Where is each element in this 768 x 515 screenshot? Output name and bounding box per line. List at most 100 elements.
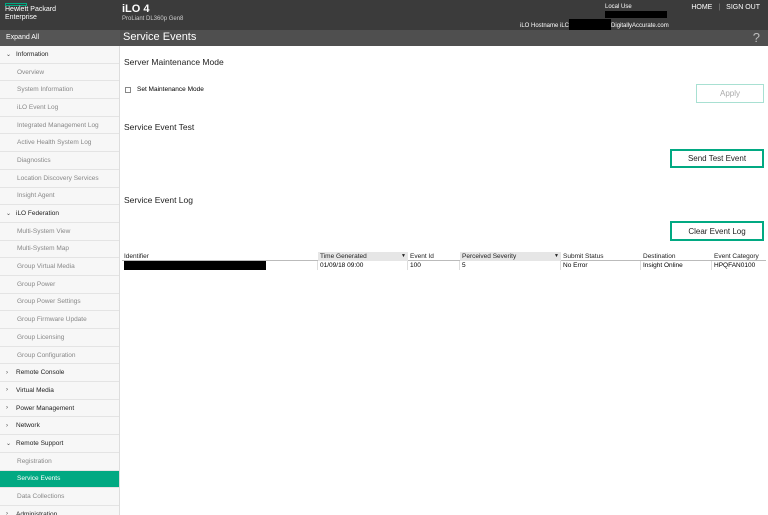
event-log-table: Identifier Time Generated ▼ Event Id Perc… — [122, 252, 766, 270]
product-subtitle: ProLiant DL360p Gen8 — [122, 16, 184, 22]
maintenance-section-title: Server Maintenance Mode — [124, 57, 224, 67]
expand-all-button[interactable]: Expand All — [0, 30, 120, 46]
sidebar-item-active-health-system-log[interactable]: Active Health System Log — [0, 134, 119, 153]
sidebar-item-label: Group Power — [17, 280, 56, 288]
sidebar-item-multi-system-map[interactable]: Multi-System Map — [0, 241, 119, 259]
sidebar-item-label: Group Virtual Media — [17, 263, 75, 271]
local-user-label: Local Use — [605, 4, 632, 10]
sidebar-item-ilo-federation[interactable]: ⌄ iLO Federation — [0, 205, 119, 223]
sidebar-item-group-power[interactable]: Group Power — [0, 276, 119, 294]
sidebar-item-group-configuration[interactable]: Group Configuration — [0, 347, 119, 365]
table-row[interactable]: 01/09/18 09:00 100 5 No Error Insight On… — [122, 261, 766, 270]
sidebar-item-power-management[interactable]: › Power Management — [0, 400, 119, 418]
sidebar-item-label: Multi-System View — [17, 227, 71, 235]
hostname-label: iLO Hostname iLC — [520, 23, 570, 30]
chevron-right-icon: › — [6, 369, 8, 376]
help-icon[interactable]: ? — [753, 30, 760, 45]
sidebar-item-label: Virtual Media — [16, 386, 54, 394]
sidebar-item-label: Group Licensing — [17, 333, 65, 341]
sidebar-item-label: Information — [16, 50, 49, 58]
sidebar-item-label: iLO Event Log — [17, 103, 59, 111]
sidebar-item-ilo-event-log[interactable]: iLO Event Log — [0, 99, 119, 117]
sidebar-item-location-discovery-services[interactable]: Location Discovery Services — [0, 170, 119, 188]
sidebar-item-group-licensing[interactable]: Group Licensing — [0, 329, 119, 347]
sidebar-item-label: Registration — [17, 457, 52, 465]
nav-separator: | — [718, 4, 721, 11]
sidebar-item-label: Group Firmware Update — [17, 316, 87, 324]
sidebar-item-group-firmware-update[interactable]: Group Firmware Update — [0, 311, 119, 329]
col-destination[interactable]: Destination — [641, 252, 712, 261]
top-nav: HOME | SIGN OUT — [691, 4, 760, 11]
cell-perceived-severity: 5 — [460, 261, 561, 270]
send-test-event-button[interactable]: Send Test Event — [670, 149, 764, 168]
sidebar-item-system-information[interactable]: System Information — [0, 81, 119, 100]
col-time-generated-label: Time Generated — [320, 253, 367, 260]
top-banner: Hewlett Packard Enterprise iLO 4 ProLian… — [0, 0, 768, 33]
clear-event-log-button[interactable]: Clear Event Log — [670, 221, 764, 241]
col-identifier[interactable]: Identifier — [124, 252, 318, 261]
test-section-title: Service Event Test — [124, 122, 195, 132]
cell-identifier — [122, 261, 318, 270]
apply-button[interactable]: Apply — [696, 84, 764, 103]
sidebar-item-service-events[interactable]: Service Events — [0, 470, 119, 489]
col-event-id[interactable]: Event Id — [408, 252, 460, 261]
sidebar-item-virtual-media[interactable]: › Virtual Media — [0, 382, 119, 400]
sidebar-item-network[interactable]: › Network — [0, 417, 119, 436]
sidebar-item-label: Group Power Settings — [17, 298, 81, 306]
col-time-generated[interactable]: Time Generated ▼ — [318, 252, 408, 261]
home-link[interactable]: HOME — [691, 4, 712, 11]
log-section-title: Service Event Log — [124, 195, 193, 205]
cell-destination: Insight Online — [641, 261, 712, 270]
chevron-down-icon: ⌄ — [6, 211, 12, 218]
sidebar-item-label: iLO Federation — [16, 210, 59, 218]
sidebar-item-remote-support[interactable]: ⌄ Remote Support — [0, 435, 119, 453]
chevron-down-icon: ⌄ — [6, 440, 12, 447]
sidebar-item-multi-system-view[interactable]: Multi-System View — [0, 223, 119, 241]
table-header: Identifier Time Generated ▼ Event Id Perc… — [122, 252, 766, 261]
sign-out-link[interactable]: SIGN OUT — [726, 4, 760, 11]
page-title: Service Events — [123, 31, 197, 43]
sidebar-item-label: Multi-System Map — [17, 245, 70, 253]
sidebar-item-label: Remote Console — [16, 369, 65, 377]
product-title: iLO 4 — [122, 3, 150, 15]
sidebar-item-information[interactable]: ⌄ Information — [0, 46, 119, 64]
brand-line2: Enterprise — [5, 14, 37, 21]
main-content: Server Maintenance Mode Set Maintenance … — [122, 46, 768, 515]
sidebar-item-group-power-settings[interactable]: Group Power Settings — [0, 294, 119, 312]
sidebar-item-label: Diagnostics — [17, 156, 51, 164]
col-event-category[interactable]: Event Category — [712, 252, 766, 261]
redacted-username — [605, 11, 667, 18]
sidebar-nav: ⌄ Information Overview System Information iL… — [0, 46, 120, 515]
product-info: iLO 4 ProLiant DL360p Gen8 — [122, 3, 183, 23]
sort-arrow-icon: ▼ — [554, 253, 559, 259]
sidebar-item-diagnostics[interactable]: Diagnostics — [0, 152, 119, 170]
sidebar-item-label: Active Health System Log — [17, 139, 92, 147]
sidebar-item-group-virtual-media[interactable]: Group Virtual Media — [0, 258, 119, 276]
hostname-suffix: DigitallyAccurate.com — [611, 23, 669, 30]
redacted-identifier — [124, 261, 266, 270]
maintenance-mode-checkbox[interactable] — [125, 86, 131, 93]
sidebar-item-label: Data Collections — [17, 493, 65, 501]
brand-line1: Hewlett Packard — [5, 6, 56, 13]
sidebar-item-overview[interactable]: Overview — [0, 64, 119, 82]
sidebar-item-registration[interactable]: Registration — [0, 453, 119, 471]
sidebar-item-integrated-management-log[interactable]: Integrated Management Log — [0, 117, 119, 135]
cell-event-id: 100 — [408, 261, 460, 270]
col-perceived-severity[interactable]: Perceived Severity ▼ — [460, 252, 561, 261]
sidebar-item-insight-agent[interactable]: Insight Agent — [0, 188, 119, 206]
sort-arrow-icon: ▼ — [401, 253, 406, 259]
sidebar-item-label: System Information — [17, 86, 73, 94]
sidebar-item-label: Group Configuration — [17, 351, 76, 359]
sidebar-item-label: Power Management — [16, 404, 75, 412]
sidebar-item-label: Network — [16, 422, 40, 430]
maintenance-mode-label: Set Maintenance Mode — [137, 86, 204, 93]
maintenance-mode-row: Set Maintenance Mode — [125, 86, 204, 93]
sidebar-item-remote-console[interactable]: › Remote Console — [0, 364, 119, 383]
sidebar-item-administration[interactable]: › Administration — [0, 506, 119, 515]
col-submit-status[interactable]: Submit Status — [561, 252, 641, 261]
hpe-logo: Hewlett Packard Enterprise — [5, 6, 56, 22]
sub-header: Expand All Service Events ? — [0, 30, 768, 46]
sidebar-item-label: Location Discovery Services — [17, 174, 99, 182]
sidebar-item-label: Service Events — [17, 475, 61, 483]
sidebar-item-data-collections[interactable]: Data Collections — [0, 488, 119, 506]
